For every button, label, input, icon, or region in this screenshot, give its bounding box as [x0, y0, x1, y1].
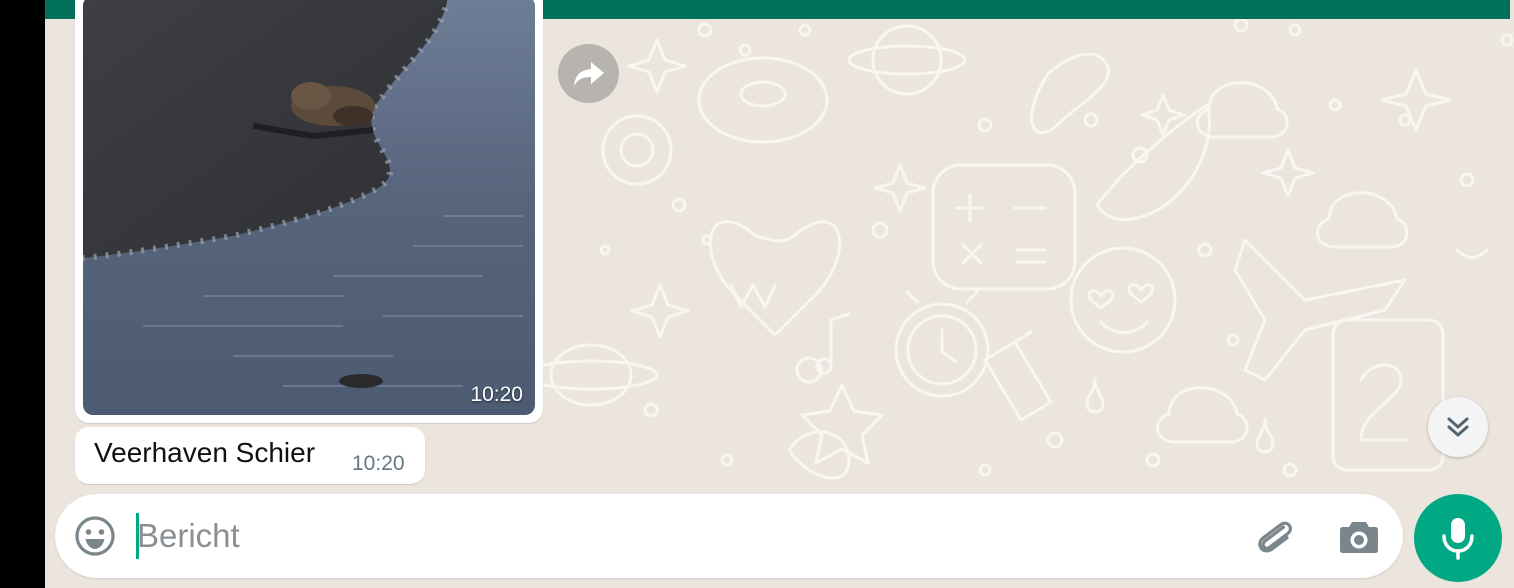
attach-button[interactable] [1252, 514, 1298, 560]
message-input[interactable] [137, 510, 1227, 562]
microphone-icon [1442, 518, 1474, 560]
double-chevron-down-icon [1447, 417, 1469, 437]
forward-icon [573, 61, 604, 86]
paperclip-icon [1258, 521, 1292, 553]
image-message-bubble[interactable]: 10:20 [75, 0, 543, 423]
text-message-bubble[interactable]: Veerhaven Schier 10:20 [75, 427, 425, 484]
scroll-to-bottom-button[interactable] [1428, 397, 1488, 457]
forward-button[interactable] [558, 44, 619, 103]
message-composer [55, 494, 1403, 578]
camera-button[interactable] [1336, 514, 1382, 560]
photo-image [83, 0, 535, 415]
voice-message-button[interactable] [1414, 494, 1502, 582]
camera-icon [1340, 522, 1378, 553]
chat-screen: 10:20 Veerhaven Schier 10:20 [45, 0, 1514, 588]
emoji-button[interactable] [73, 514, 117, 558]
message-timestamp: 10:20 [470, 383, 523, 406]
emoji-icon [75, 516, 115, 556]
message-text: Veerhaven Schier [94, 437, 316, 468]
message-timestamp: 10:20 [352, 452, 405, 475]
message-photo[interactable]: 10:20 [83, 0, 535, 415]
